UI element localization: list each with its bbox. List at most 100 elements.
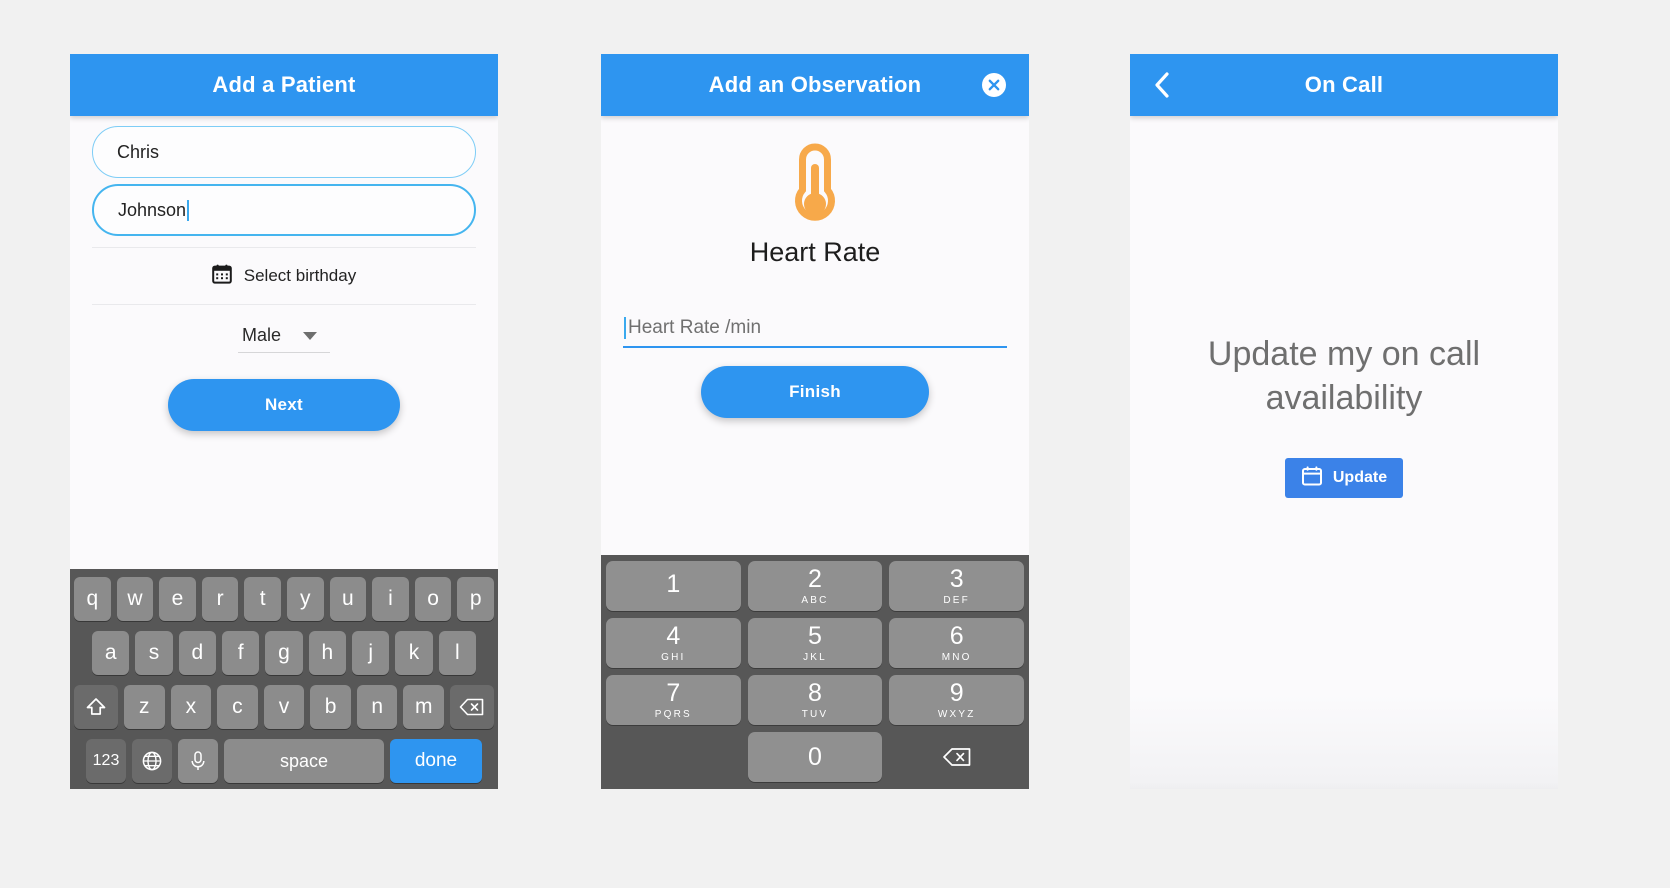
update-button[interactable]: Update [1284,458,1404,499]
key-h[interactable]: h [308,631,346,675]
key-e[interactable]: e [159,577,196,621]
page-title: Add an Observation [708,72,922,97]
text-caret [187,199,190,221]
screenshot-stage: Add a Patient Chris Johnson Select birth… [0,0,1670,888]
backspace-key-icon[interactable] [450,685,495,729]
numpad-digit: 4 [666,621,681,650]
add-patient-body: Chris Johnson Select birthday Male Next [70,116,498,536]
close-icon[interactable] [981,72,1007,98]
key-b[interactable]: b [310,685,351,729]
numpad-row-3: 7 PQRS 8 TUV 9 WXYZ [606,675,1025,725]
numpad-spacer [606,732,741,782]
update-button-label: Update [1332,469,1388,487]
numpad-digit: 2 [808,564,822,593]
key-t[interactable]: t [244,577,281,621]
numpad-digit: 0 [808,742,822,771]
text-caret [624,317,626,339]
key-l[interactable]: l [438,631,476,675]
key-g[interactable]: g [265,631,303,675]
back-chevron-icon[interactable] [1148,70,1178,100]
key-y[interactable]: y [287,577,324,621]
first-name-field[interactable]: Chris [92,126,476,178]
key-q[interactable]: q [74,577,111,621]
numpad-letters: GHI [661,651,686,663]
calendar-icon [1301,465,1323,492]
numpad-digit: 3 [949,564,964,593]
on-call-heading: Update my on call availability [1207,335,1481,417]
numpad-row-1: 1 2 ABC 3 DEF [606,561,1025,611]
numpad-letters: WXYZ [937,708,976,720]
numpad-key-1[interactable]: 1 [606,561,741,611]
add-patient-titlebar: Add a Patient [70,54,498,116]
key-u[interactable]: u [329,577,367,621]
keyboard-row-1: q w e r t y u i o p [74,577,494,621]
key-v[interactable]: v [263,685,305,729]
numpad-key-5[interactable]: 5 JKL [747,618,883,668]
shift-key-icon[interactable] [73,685,118,729]
key-p[interactable]: p [457,577,494,621]
done-key[interactable]: done [390,739,482,783]
gender-select[interactable]: Male [238,325,330,353]
numpad-letters: PQRS [654,708,692,720]
observation-body: Heart Rate Heart Rate /min Finish [601,116,1029,536]
key-m[interactable]: m [403,685,445,729]
key-w[interactable]: w [116,577,154,621]
numpad-key-4[interactable]: 4 GHI [606,618,741,668]
on-call-titlebar: On Call [1130,54,1558,116]
numpad-row-2: 4 GHI 5 JKL 6 MNO [606,618,1025,668]
select-birthday-row[interactable]: Select birthday [92,247,476,305]
calendar-icon [211,264,232,289]
globe-key-icon[interactable] [132,739,172,783]
key-r[interactable]: r [201,577,239,621]
key-n[interactable]: n [356,685,398,729]
key-a[interactable]: a [92,631,130,675]
key-o[interactable]: o [414,577,452,621]
observation-measure-label: Heart Rate [749,237,881,267]
thermometer-icon [782,142,848,233]
chevron-down-icon [303,331,318,340]
key-i[interactable]: i [372,577,409,621]
select-birthday-label: Select birthday [243,266,357,285]
key-z[interactable]: z [123,685,165,729]
key-d[interactable]: d [178,631,216,675]
numpad-key-6[interactable]: 6 MNO [889,618,1025,668]
qwerty-keyboard: q w e r t y u i o p a s d f g h j k l z … [70,569,498,789]
numeric-keypad: 1 2 ABC 3 DEF 4 GHI 5 JKL 6 MNO 7 PQRS 8… [601,555,1029,789]
page-title: On Call [1304,72,1384,97]
heart-rate-input[interactable]: Heart Rate /min [623,310,1007,348]
numpad-letters: MNO [941,651,972,663]
keyboard-row-3: z x c v b n m [73,685,495,729]
numpad-letters: JKL [803,651,827,663]
keyboard-row-2: a s d f g h j k l [74,631,494,675]
last-name-field[interactable]: Johnson [92,184,476,236]
numpad-digit: 5 [808,621,822,650]
numpad-key-3[interactable]: 3 DEF [889,561,1025,611]
numpad-key-2[interactable]: 2 ABC [747,561,883,611]
numpad-digit: 6 [949,621,964,650]
numpad-letters: TUV [801,708,829,720]
backspace-key-icon[interactable] [889,732,1024,782]
next-button[interactable]: Next [168,379,400,431]
numpad-letters: DEF [943,594,970,606]
key-c[interactable]: c [217,685,258,729]
numpad-key-9[interactable]: 9 WXYZ [889,675,1025,725]
numpad-digit: 7 [666,678,681,707]
phone-screen-observation: Add an Observation Heart Rate Heart Rate… [601,54,1029,789]
finish-button[interactable]: Finish [701,366,929,418]
numpad-key-0[interactable]: 0 [747,732,883,782]
numbers-key[interactable]: 123 [86,739,126,783]
observation-titlebar: Add an Observation [601,54,1029,116]
key-k[interactable]: k [395,631,433,675]
numpad-digit: 9 [949,678,964,707]
gender-row: Male [70,325,498,353]
key-s[interactable]: s [135,631,173,675]
numpad-row-4: 0 [606,732,1024,782]
space-key[interactable]: space [224,739,384,783]
key-f[interactable]: f [222,631,260,675]
numpad-key-7[interactable]: 7 PQRS [606,675,741,725]
key-x[interactable]: x [170,685,212,729]
key-j[interactable]: j [351,631,390,675]
microphone-key-icon[interactable] [178,739,218,783]
phone-screen-add-patient: Add a Patient Chris Johnson Select birth… [70,54,498,789]
numpad-key-8[interactable]: 8 TUV [747,675,883,725]
